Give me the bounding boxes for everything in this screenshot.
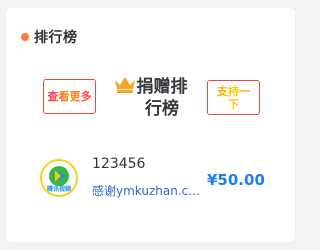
donor-avatar: 腾讯视频 [40, 159, 78, 197]
card-title: 排行榜 [34, 30, 78, 46]
avatar-caption: 腾讯视频 [46, 186, 71, 193]
support-button[interactable]: 支持一下 [207, 80, 260, 115]
card-header: 排行榜 [21, 27, 78, 47]
donor-name: 123456 [92, 156, 146, 172]
donation-amount: ¥50.00 [207, 171, 265, 189]
donation-board-title: 捐赠排行榜 [136, 77, 188, 119]
view-more-button[interactable]: 查看更多 [43, 79, 96, 114]
donor-message-link[interactable]: 感谢ymkuzhan.com [92, 182, 204, 199]
support-label: 支持一下 [214, 85, 253, 111]
header-dot-icon [21, 33, 29, 41]
view-more-label: 查看更多 [47, 90, 92, 103]
